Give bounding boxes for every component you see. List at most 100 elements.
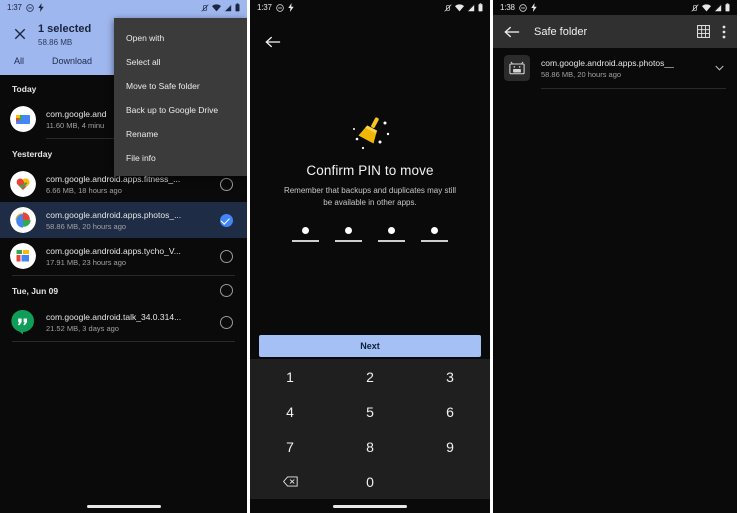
- signal-icon: [467, 3, 475, 12]
- wifi-icon: [702, 3, 711, 12]
- status-bar-right: 1:38: [493, 0, 737, 15]
- phone-screen-file-manager: 1:37 1 selected 58.86 MB All Download To…: [0, 0, 247, 513]
- pin-cell: [291, 227, 320, 242]
- status-bar-left-group: 1:37: [257, 3, 294, 12]
- row-checkbox[interactable]: [220, 249, 233, 263]
- pin-underline: [292, 240, 319, 242]
- file-name: com.google.android.talk_34.0.314...: [46, 311, 182, 322]
- list-item-texts: com.google.android.apps.fitness_... 6.66…: [46, 174, 220, 195]
- key-6[interactable]: 6: [410, 394, 490, 429]
- file-meta: 58.86 MB, 20 hours ago: [541, 69, 622, 79]
- bolt-icon: [288, 3, 294, 12]
- confirm-pin-title: Confirm PIN to move: [306, 163, 434, 178]
- app-bar-actions: [697, 25, 726, 39]
- back-button[interactable]: [263, 32, 283, 52]
- key-0[interactable]: 0: [330, 464, 410, 499]
- selection-texts: 1 selected 58.86 MB: [38, 23, 91, 48]
- key-3[interactable]: 3: [410, 359, 490, 394]
- phone-screen-safe-folder: 1:38 Safe folder com.google.android.apps…: [493, 0, 737, 513]
- next-button[interactable]: Next: [259, 335, 481, 357]
- signal-icon: [224, 3, 232, 12]
- status-bar-left: 1:37: [0, 0, 247, 15]
- key-9[interactable]: 9: [410, 429, 490, 464]
- list-item-texts: com.google.android.apps.photos__ 58.86 M…: [541, 58, 712, 79]
- row-checkbox[interactable]: [220, 315, 233, 329]
- tab-all[interactable]: All: [14, 54, 24, 68]
- group-checkbox[interactable]: [220, 284, 233, 297]
- list-item[interactable]: com.google.android.talk_34.0.314... 21.5…: [0, 304, 247, 340]
- status-time: 1:37: [7, 3, 22, 12]
- status-time: 1:38: [500, 3, 515, 12]
- group-header-date: Tue, Jun 09: [12, 285, 59, 296]
- pin-cell: [420, 227, 449, 242]
- backspace-icon: [282, 476, 298, 487]
- more-vert-icon: [722, 25, 726, 38]
- pin-dot: [302, 227, 309, 234]
- signal-icon: [714, 3, 722, 12]
- apk-file-icon: [504, 55, 530, 81]
- pin-cell: [377, 227, 406, 242]
- google-photos-icon: [10, 106, 36, 132]
- pin-underline: [335, 240, 362, 242]
- key-4[interactable]: 4: [250, 394, 330, 429]
- file-meta: 58.86 MB, 20 hours ago: [46, 221, 127, 231]
- pin-underline: [378, 240, 405, 242]
- safe-folder-app-bar: Safe folder: [493, 15, 737, 48]
- list-divider: [541, 88, 726, 89]
- pin-dot: [388, 227, 395, 234]
- broom-sparkle-icon: [347, 112, 393, 154]
- wifi-icon: [212, 3, 221, 12]
- pin-entry-field[interactable]: [250, 227, 490, 242]
- row-checkbox[interactable]: [220, 177, 233, 191]
- key-5[interactable]: 5: [330, 394, 410, 429]
- menu-item-open-with[interactable]: Open with: [114, 26, 247, 50]
- close-selection-button[interactable]: [10, 23, 30, 45]
- status-bar-left-group: 1:37: [7, 3, 44, 12]
- grid-view-button[interactable]: [697, 25, 710, 38]
- hangouts-icon: [10, 309, 36, 335]
- key-empty: [410, 464, 490, 499]
- menu-item-move-to-safe-folder[interactable]: Move to Safe folder: [114, 74, 247, 98]
- google-photos-icon: [10, 207, 36, 233]
- google-fi-icon: [10, 243, 36, 269]
- menu-item-back-up-to-google-drive[interactable]: Back up to Google Drive: [114, 98, 247, 122]
- status-time: 1:37: [257, 3, 272, 12]
- group-header-row-jun09: Tue, Jun 09: [0, 277, 247, 304]
- back-button[interactable]: [504, 25, 520, 39]
- key-1[interactable]: 1: [250, 359, 330, 394]
- grid-view-icon: [697, 25, 710, 38]
- key-7[interactable]: 7: [250, 429, 330, 464]
- confirm-pin-hero: Confirm PIN to move Remember that backup…: [250, 112, 490, 242]
- menu-item-select-all[interactable]: Select all: [114, 50, 247, 74]
- key-8[interactable]: 8: [330, 429, 410, 464]
- safe-folder-file-list: com.google.android.apps.photos__ 58.86 M…: [493, 48, 737, 89]
- battery-icon: [235, 3, 240, 12]
- list-item[interactable]: com.google.android.apps.tycho_V... 17.91…: [0, 238, 247, 274]
- battery-icon: [725, 3, 730, 12]
- google-fit-icon: [10, 171, 36, 197]
- expand-row-button[interactable]: [712, 65, 726, 71]
- status-bar-right-group: [691, 3, 730, 12]
- pin-dot: [431, 227, 438, 234]
- status-bar-left-group: 1:38: [500, 3, 537, 12]
- dnd-icon: [519, 3, 527, 12]
- key-backspace[interactable]: [250, 464, 330, 499]
- overflow-menu-button[interactable]: [722, 25, 726, 39]
- tab-download[interactable]: Download: [52, 54, 92, 68]
- list-divider: [12, 275, 235, 276]
- three-phone-screenshot-board: 1:37 1 selected 58.86 MB All Download To…: [0, 0, 740, 513]
- next-button-wrapper: Next: [250, 335, 490, 357]
- bolt-icon: [531, 3, 537, 12]
- home-indicator: [333, 505, 407, 508]
- pin-cell: [334, 227, 363, 242]
- key-2[interactable]: 2: [330, 359, 410, 394]
- list-item[interactable]: com.google.android.apps.photos__ 58.86 M…: [493, 48, 737, 88]
- menu-item-file-info[interactable]: File info: [114, 146, 247, 170]
- context-menu: Open with Select all Move to Safe folder…: [114, 18, 247, 176]
- group-header-texts: Tue, Jun 09: [12, 286, 220, 296]
- file-meta: 21.52 MB, 3 days ago: [46, 323, 119, 333]
- row-checkbox-checked[interactable]: [220, 213, 233, 227]
- vibrate-off-icon: [201, 3, 209, 12]
- menu-item-rename[interactable]: Rename: [114, 122, 247, 146]
- list-item-selected[interactable]: com.google.android.apps.photos_... 58.86…: [0, 202, 247, 238]
